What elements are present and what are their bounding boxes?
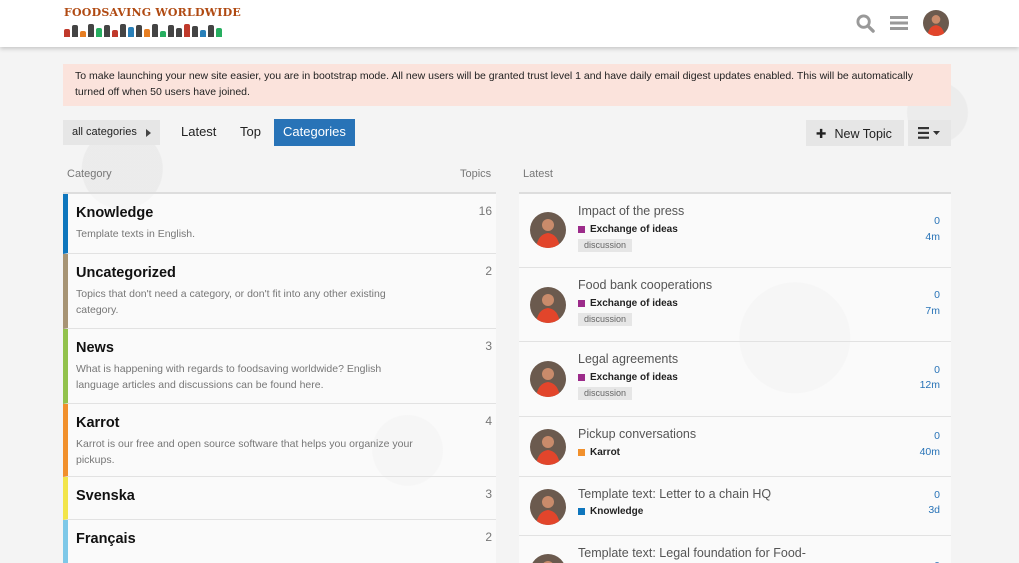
list-dropdown-icon xyxy=(917,127,940,139)
poster-avatar[interactable] xyxy=(530,489,566,525)
category-row-francais[interactable]: Français 2 xyxy=(63,520,496,563)
topic-tag[interactable]: discussion xyxy=(578,239,633,252)
topic-activity-age[interactable]: 7m xyxy=(925,305,940,317)
topic-activity-age[interactable]: 4m xyxy=(925,231,940,243)
category-row-news[interactable]: News What is happening with regards to f… xyxy=(63,329,496,404)
category-color-square xyxy=(578,374,585,381)
category-topic-count: 16 xyxy=(478,204,492,218)
topic-title[interactable]: Legal agreements xyxy=(578,352,678,366)
category-topic-count: 2 xyxy=(485,530,492,544)
poster-avatar[interactable] xyxy=(530,554,566,563)
latest-topics-list: Impact of the press Exchange of ideas di… xyxy=(519,192,951,563)
plus-icon: ✚ xyxy=(816,127,827,141)
poster-avatar[interactable] xyxy=(530,212,566,248)
new-topic-button[interactable]: ✚ New Topic xyxy=(806,120,904,146)
category-topic-count: 2 xyxy=(485,264,492,278)
category-topic-count: 4 xyxy=(485,414,492,428)
category-topic-count: 3 xyxy=(485,339,492,353)
topic-reply-count[interactable]: 0 xyxy=(934,289,940,301)
tab-categories[interactable]: Categories xyxy=(274,119,355,146)
category-column-header: Category xyxy=(67,168,112,180)
topic-reply-count[interactable]: 0 xyxy=(934,489,940,501)
topic-reply-count[interactable]: 0 xyxy=(934,364,940,376)
site-logo[interactable]: FOODSAVING WORLDWIDE xyxy=(64,6,241,37)
latest-column-header: Latest xyxy=(523,168,553,180)
topic-reply-count[interactable]: 0 xyxy=(934,430,940,442)
navigation-options-button[interactable] xyxy=(908,120,951,146)
topic-activity-age[interactable]: 40m xyxy=(920,446,940,458)
categories-table: Knowledge Template texts in English. 16 … xyxy=(63,192,496,563)
topic-category-label: Exchange of ideas xyxy=(590,224,678,235)
category-color-square xyxy=(578,226,585,233)
poster-avatar[interactable] xyxy=(530,287,566,323)
user-avatar[interactable] xyxy=(923,10,949,36)
category-name[interactable]: Karrot xyxy=(76,414,496,432)
topic-category[interactable]: Karrot xyxy=(578,447,620,458)
topic-category[interactable]: Exchange of ideas xyxy=(578,372,678,383)
main-content: To make launching your new site easier, … xyxy=(63,64,951,563)
category-name[interactable]: Knowledge xyxy=(76,204,496,222)
category-color-square xyxy=(578,449,585,456)
topic-category-label: Knowledge xyxy=(590,506,644,517)
topic-tag[interactable]: discussion xyxy=(578,313,633,326)
topic-row[interactable]: Pickup conversations Karrot 0 40m xyxy=(519,417,951,477)
hamburger-menu-icon[interactable] xyxy=(889,13,909,33)
bootstrap-mode-alert: To make launching your new site easier, … xyxy=(63,64,951,106)
category-topic-count: 3 xyxy=(485,487,492,501)
category-name[interactable]: Uncategorized xyxy=(76,264,496,282)
topic-category[interactable]: Exchange of ideas xyxy=(578,224,678,235)
tab-latest[interactable]: Latest xyxy=(172,119,225,146)
topic-activity-age[interactable]: 3d xyxy=(928,504,940,516)
topic-title[interactable]: Template text: Letter to a chain HQ xyxy=(578,487,771,501)
site-header: FOODSAVING WORLDWIDE xyxy=(0,0,1019,47)
topic-category[interactable]: Exchange of ideas xyxy=(578,298,678,309)
category-row-knowledge[interactable]: Knowledge Template texts in English. 16 xyxy=(63,194,496,254)
topic-category-label: Karrot xyxy=(590,447,621,458)
topic-title[interactable]: Template text: Legal foundation for Food… xyxy=(578,546,806,560)
category-description: Karrot is our free and open source softw… xyxy=(76,438,413,466)
topic-row[interactable]: Template text: Legal foundation for Food… xyxy=(519,536,951,563)
topic-reply-count[interactable]: 0 xyxy=(934,215,940,227)
search-icon[interactable] xyxy=(855,13,875,33)
topic-row[interactable]: Template text: Letter to a chain HQ Know… xyxy=(519,477,951,536)
category-description: Template texts in English. xyxy=(76,228,196,240)
category-row-uncategorized[interactable]: Uncategorized Topics that don't need a c… xyxy=(63,254,496,329)
logo-text: FOODSAVING WORLDWIDE xyxy=(64,6,241,19)
topic-activity-age[interactable]: 12m xyxy=(920,379,940,391)
topic-title[interactable]: Food bank cooperations xyxy=(578,278,712,292)
category-description: What is happening with regards to foodsa… xyxy=(76,363,382,391)
category-color-square xyxy=(578,300,585,307)
tab-top[interactable]: Top xyxy=(231,119,270,146)
topic-row[interactable]: Impact of the press Exchange of ideas di… xyxy=(519,194,951,268)
topic-category[interactable]: Knowledge xyxy=(578,506,643,517)
topic-category-label: Exchange of ideas xyxy=(590,372,678,383)
navigation-bar: all categories Latest Top Categories ✚ Ne… xyxy=(63,118,951,146)
topic-row[interactable]: Food bank cooperations Exchange of ideas… xyxy=(519,268,951,342)
logo-illustration xyxy=(64,23,224,37)
poster-avatar[interactable] xyxy=(530,361,566,397)
topic-tag[interactable]: discussion xyxy=(578,387,633,400)
category-name[interactable]: Français xyxy=(76,530,496,548)
topic-row[interactable]: Legal agreements Exchange of ideas discu… xyxy=(519,342,951,417)
topic-category-label: Exchange of ideas xyxy=(590,298,678,309)
category-description: Topics that don't need a category, or do… xyxy=(76,288,386,316)
new-topic-label: New Topic xyxy=(834,127,892,141)
category-row-karrot[interactable]: Karrot Karrot is our free and open sourc… xyxy=(63,404,496,477)
category-color-square xyxy=(578,508,585,515)
category-name[interactable]: News xyxy=(76,339,496,357)
category-dropdown-label: all categories xyxy=(72,126,137,138)
category-row-svenska[interactable]: Svenska 3 xyxy=(63,477,496,520)
caret-right-icon xyxy=(146,129,151,137)
topic-title[interactable]: Pickup conversations xyxy=(578,427,696,441)
category-name[interactable]: Svenska xyxy=(76,487,496,505)
category-dropdown[interactable]: all categories xyxy=(63,120,160,145)
topics-column-header: Topics xyxy=(460,168,492,180)
poster-avatar[interactable] xyxy=(530,429,566,465)
topic-title[interactable]: Impact of the press xyxy=(578,204,684,218)
